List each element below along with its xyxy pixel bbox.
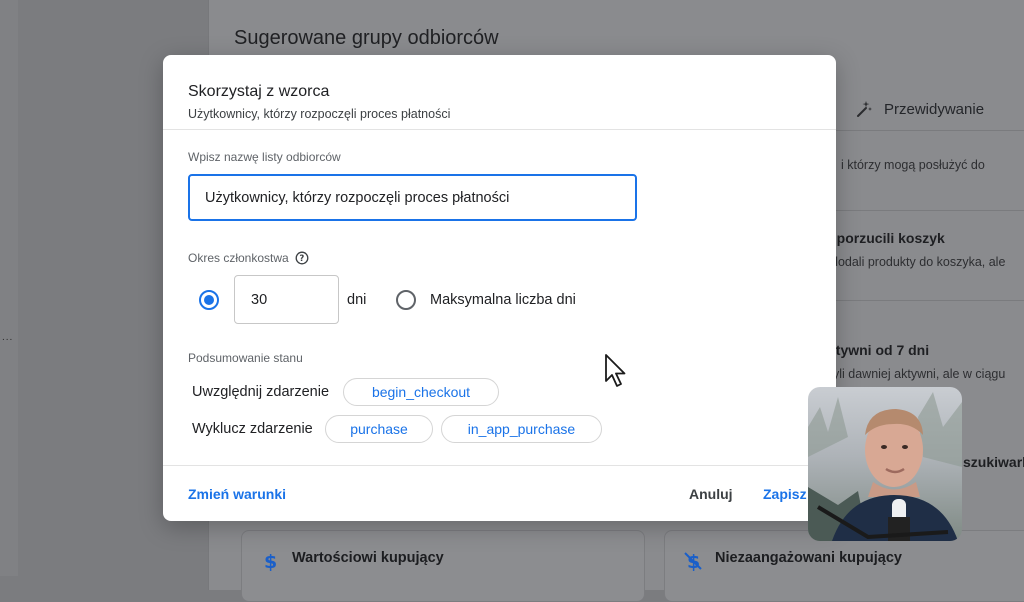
exclude-event-label: Wyklucz zdarzenie — [192, 421, 313, 437]
prediction-tab-label: Przewidywanie — [884, 100, 985, 118]
include-event-chip[interactable]: begin_checkout — [343, 378, 499, 406]
save-button[interactable]: Zapisz — [763, 486, 807, 502]
audience-card-valuable-buyers[interactable]: $ Wartościowi kupujący — [241, 530, 645, 602]
help-icon[interactable]: ? — [295, 251, 309, 265]
divider — [819, 210, 1024, 211]
dialog-footer-divider — [163, 465, 836, 466]
background-panel-title: Sugerowane grupy odbiorców — [234, 27, 499, 49]
use-template-dialog: Skorzystaj z wzorca Użytkownicy, którzy … — [163, 55, 836, 521]
membership-duration-text: Okres członkostwa — [188, 251, 289, 265]
audience-name-input[interactable] — [188, 174, 637, 221]
dialog-title: Skorzystaj z wzorca — [188, 83, 330, 100]
audience-name-label: Wpisz nazwę listy odbiorców — [188, 150, 341, 164]
audience-card-label: Wartościowi kupujący — [292, 550, 444, 566]
presenter-video-image — [808, 392, 962, 541]
svg-text:$: $ — [264, 551, 277, 571]
background-heading: szukiwark — [963, 454, 1024, 470]
include-event-label: Uwzględnij zdarzenie — [192, 384, 330, 400]
background-snippet: i którzy mogą posłużyć do — [841, 158, 985, 172]
max-days-radio[interactable] — [396, 290, 416, 310]
more-dots-icon[interactable]: ... — [2, 332, 13, 343]
days-count-input[interactable] — [234, 275, 339, 324]
exclude-event-chip[interactable]: purchase — [325, 415, 433, 443]
prediction-tab[interactable]: Przewidywanie — [854, 99, 984, 119]
cancel-button[interactable]: Anuluj — [689, 486, 733, 502]
mouse-pointer-icon — [605, 354, 626, 387]
dialog-header-divider — [163, 129, 836, 130]
webcam-overlay — [808, 387, 962, 541]
membership-duration-label: Okres członkostwa ? — [188, 251, 309, 265]
dialog-subtitle: Użytkownicy, którzy rozpoczęli proces pł… — [188, 107, 451, 121]
background-heading: ktywni od 7 dni — [828, 342, 930, 358]
max-days-label: Maksymalna liczba dni — [430, 292, 576, 308]
background-heading: y porzucili koszyk — [825, 230, 945, 246]
dollar-off-icon: $ — [684, 551, 702, 571]
days-radio-selected[interactable] — [199, 290, 219, 310]
divider — [829, 130, 1024, 131]
background-snippet: yli dawniej aktywni, ale w ciągu — [833, 367, 1006, 381]
exclude-event-chip[interactable]: in_app_purchase — [441, 415, 602, 443]
change-conditions-button[interactable]: Zmień warunki — [188, 486, 286, 502]
svg-text:?: ? — [299, 254, 304, 264]
dollar-icon: $ — [264, 551, 277, 571]
audience-card-label: Niezaangażowani kupujący — [715, 550, 902, 566]
status-summary-label: Podsumowanie stanu — [188, 351, 303, 365]
background-snippet: dodali produkty do koszyka, ale — [831, 255, 1006, 269]
divider — [819, 300, 1024, 301]
magic-wand-icon — [857, 101, 872, 117]
days-unit-label: dni — [347, 292, 367, 308]
left-sidebar-strip: ... — [0, 0, 18, 576]
